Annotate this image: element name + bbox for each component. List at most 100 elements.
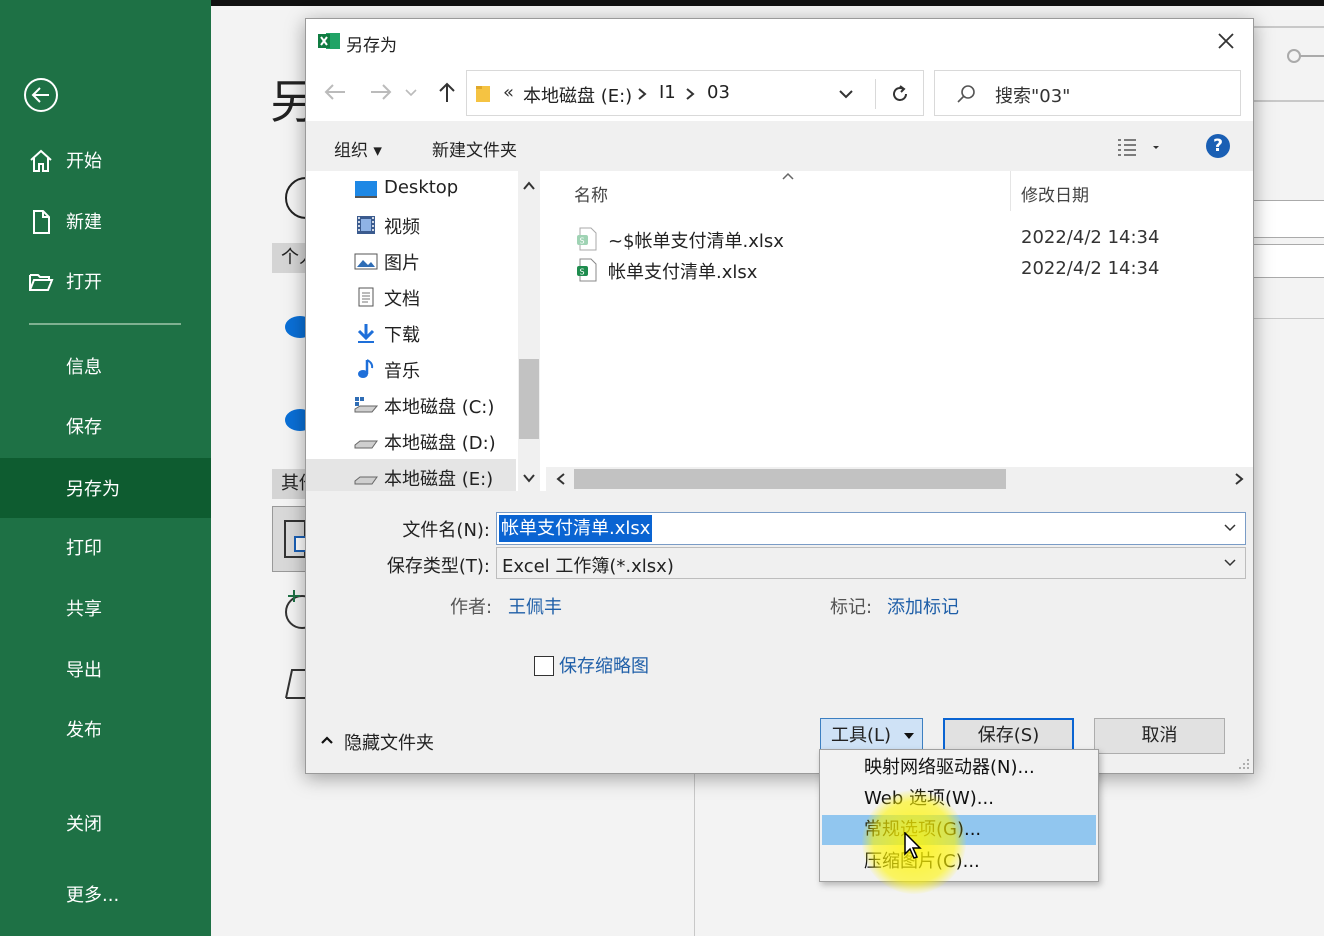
tree-item-drive-c[interactable]: 本地磁盘 (C:) (306, 387, 516, 423)
onedrive-icon[interactable] (284, 312, 306, 340)
resize-grip-icon[interactable] (1238, 758, 1250, 770)
tree-item-label: 文档 (384, 289, 420, 310)
back-nav-button[interactable] (322, 81, 348, 103)
nav-share[interactable]: 共享 (0, 580, 211, 636)
organize-button[interactable]: 组织 ▾ (334, 136, 382, 161)
menu-item-general-options[interactable]: 常规选项(G)... (822, 815, 1096, 845)
back-button[interactable] (24, 78, 58, 112)
this-pc-location[interactable] (272, 506, 308, 572)
nav-print[interactable]: 打印 (0, 519, 211, 575)
save-thumbnail-label[interactable]: 保存缩略图 (559, 652, 649, 678)
up-nav-button[interactable] (434, 81, 460, 103)
search-input[interactable]: 搜索"03" (934, 70, 1241, 116)
chevron-right-icon[interactable] (685, 87, 695, 101)
chevron-down-icon[interactable] (522, 471, 536, 485)
file-row[interactable]: S ~$帐单支付清单.xlsx 2022/4/2 14:34 (546, 224, 1253, 254)
add-tags-link[interactable]: 添加标记 (887, 593, 959, 619)
save-thumbnail-checkbox[interactable] (534, 656, 554, 676)
nav-open[interactable]: 打开 (0, 253, 211, 309)
tree-item-drive-d[interactable]: 本地磁盘 (D:) (306, 423, 516, 459)
excel-file-icon: S (577, 258, 597, 282)
chevron-right-icon[interactable] (1232, 472, 1246, 486)
tree-item-music[interactable]: 音乐 (306, 351, 516, 387)
menu-item-web-options[interactable]: Web 选项(W)... (822, 784, 1096, 814)
filename-input[interactable]: 帐单支付清单.xlsx (496, 512, 1246, 545)
nav-save-as[interactable]: 另存为 (0, 458, 211, 518)
cancel-button[interactable]: 取消 (1094, 718, 1225, 754)
add-place-icon[interactable] (282, 588, 306, 634)
file-name: 帐单支付清单.xlsx (608, 262, 758, 283)
chevron-up-icon[interactable] (522, 179, 536, 193)
circle-option-icon (285, 177, 306, 219)
backstage-sidebar: 开始 新建 打开 信息 保存 另存为 打印 共享 导出 发布 关闭 更多... (0, 0, 211, 936)
bg-line (1254, 100, 1324, 102)
chevron-down-icon[interactable] (1223, 557, 1237, 569)
browse-folder-icon[interactable] (284, 666, 306, 700)
chevron-right-icon[interactable] (637, 87, 647, 101)
tree-item-videos[interactable]: 视频 (306, 207, 516, 243)
home-icon (30, 149, 52, 172)
search-icon (957, 85, 975, 103)
bg-line (1254, 26, 1324, 28)
chevron-down-icon (405, 89, 417, 97)
onedrive-icon[interactable] (284, 405, 306, 433)
nav-new[interactable]: 新建 (0, 193, 211, 249)
chevron-down-icon[interactable] (1223, 522, 1237, 534)
tree-item-drive-e[interactable]: 本地磁盘 (E:) (306, 459, 516, 491)
menu-item-map-network-drive[interactable]: 映射网络驱动器(N)... (822, 753, 1096, 783)
nav-more[interactable]: 更多... (0, 866, 211, 922)
address-segment[interactable]: 03 (707, 82, 730, 103)
author-value[interactable]: 王佩丰 (508, 593, 562, 619)
nav-save[interactable]: 保存 (0, 398, 211, 454)
chevron-left-icon[interactable] (554, 472, 568, 486)
address-segment[interactable]: 本地磁盘 (E:) (523, 82, 632, 108)
tree-item-downloads[interactable]: 下载 (306, 315, 516, 351)
excel-temp-file-icon: S (577, 227, 597, 251)
refresh-button[interactable] (875, 79, 923, 109)
column-header-name[interactable]: 名称 (574, 181, 608, 206)
file-type-select[interactable]: Excel 工作簿(*.xlsx) (496, 547, 1246, 579)
author-label: 作者: (450, 597, 493, 618)
menu-item-compress-pictures[interactable]: 压缩图片(C)... (822, 847, 1096, 877)
recent-locations-button[interactable] (404, 81, 418, 103)
view-options-icon[interactable] (1116, 136, 1160, 158)
caret-down-icon (904, 733, 914, 739)
tree-item-desktop[interactable]: Desktop (306, 171, 516, 207)
documents-icon (358, 287, 374, 307)
column-divider[interactable] (1010, 171, 1011, 211)
svg-text:S: S (580, 268, 585, 277)
chevron-down-icon[interactable] (837, 85, 855, 103)
arrow-up-icon (439, 82, 455, 102)
tree-item-documents[interactable]: 文档 (306, 279, 516, 315)
column-header-modified[interactable]: 修改日期 (1021, 181, 1089, 206)
close-icon[interactable] (1214, 29, 1238, 53)
nav-pane-scrollbar[interactable] (518, 171, 540, 491)
back-arrow-icon (31, 87, 49, 103)
address-overflow[interactable]: « (503, 82, 514, 103)
file-type-label: 保存类型(T): (386, 556, 490, 577)
nav-info[interactable]: 信息 (0, 338, 211, 394)
tree-item-pictures[interactable]: 图片 (306, 243, 516, 279)
file-row[interactable]: S 帐单支付清单.xlsx 2022/4/2 14:34 (546, 255, 1253, 285)
address-bar[interactable]: « 本地磁盘 (E:) I1 03 (466, 70, 924, 116)
nav-publish[interactable]: 发布 (0, 701, 211, 757)
nav-label: 共享 (66, 599, 102, 620)
scrollbar-thumb[interactable] (574, 469, 1006, 489)
nav-export[interactable]: 导出 (0, 641, 211, 697)
new-folder-button[interactable]: 新建文件夹 (432, 136, 517, 161)
file-list-scrollbar[interactable] (546, 467, 1253, 491)
nav-close[interactable]: 关闭 (0, 795, 211, 851)
top-strip (211, 0, 1324, 6)
address-segment[interactable]: I1 (659, 82, 676, 103)
scrollbar-thumb[interactable] (519, 359, 539, 439)
drive-icon (354, 476, 378, 485)
nav-label: 新建 (66, 212, 102, 233)
dialog-titlebar[interactable]: 另存为 (306, 19, 1253, 63)
forward-nav-button[interactable] (368, 81, 394, 103)
nav-home[interactable]: 开始 (0, 132, 211, 188)
navigation-pane: Desktop 视频 图片 文档 下载 音乐 本地磁盘 (C:) 本地磁盘 (D… (306, 171, 540, 491)
help-icon[interactable]: ? (1206, 134, 1230, 158)
bg-line (1254, 318, 1324, 319)
nav-label: 关闭 (66, 814, 102, 835)
new-document-icon (33, 210, 50, 234)
